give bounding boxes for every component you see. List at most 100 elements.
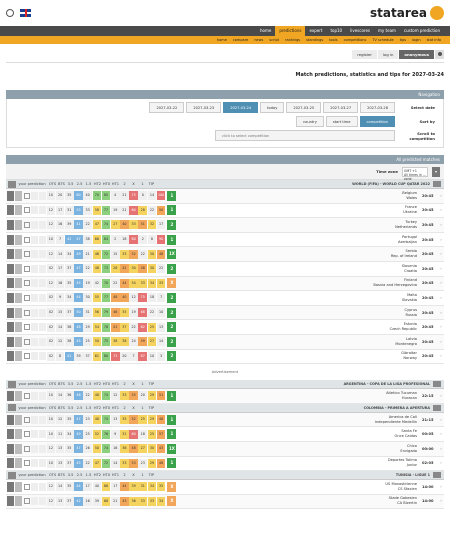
tv-icon[interactable]: [31, 459, 38, 468]
teams[interactable]: Finland Bosnia and Herzegovina: [176, 278, 421, 288]
expand-arrow-icon[interactable]: ›: [438, 324, 444, 330]
stats-icon[interactable]: [7, 263, 14, 274]
search-icon[interactable]: [6, 9, 14, 17]
league-name[interactable]: COLOMBIA - PRIMERA A APERTURA: [156, 406, 433, 410]
match-row[interactable]: 12 13 37 42 16 39 68 21 43 36 33 33 34 X Stade Gabesie…: [6, 494, 444, 510]
comment-icon[interactable]: [39, 206, 46, 215]
comment-icon[interactable]: [39, 430, 46, 439]
league-name[interactable]: WORLD (FIFA) - WORLD CUP QATAR 2022: [156, 182, 433, 186]
match-row[interactable]: 1X 13 37 45 22 47 72 14 33 53 23 29 48 1 Deportes Toli…: [6, 456, 444, 472]
tv-icon[interactable]: [31, 352, 38, 361]
teams[interactable]: Malta Slovakia: [176, 293, 421, 303]
stats-icon[interactable]: [7, 249, 14, 260]
select-checkbox[interactable]: [24, 221, 30, 228]
match-row[interactable]: 12 13 35 47 26 50 74 16 36 48 27 30 43 1X Chico Envigad…: [6, 441, 444, 457]
teams[interactable]: Estonia Czech Republic: [176, 322, 421, 332]
sub-menu-item[interactable]: rankings: [282, 38, 303, 42]
select-checkbox[interactable]: [24, 498, 30, 505]
sub-menu-item[interactable]: competitions: [341, 38, 370, 42]
tv-icon[interactable]: [31, 264, 38, 273]
sort-button[interactable]: start time: [325, 116, 358, 127]
tv-icon[interactable]: [31, 279, 38, 288]
tv-icon[interactable]: [31, 482, 38, 491]
expand-arrow-icon[interactable]: ›: [438, 417, 444, 423]
expand-arrow-icon[interactable]: ›: [438, 431, 444, 437]
h2h-icon[interactable]: [15, 292, 22, 303]
collapse-icon[interactable]: [8, 404, 16, 412]
expand-arrow-icon[interactable]: ›: [438, 498, 444, 504]
chevron-down-icon[interactable]: ▾: [432, 166, 440, 177]
main-menu-item[interactable]: expert: [305, 26, 326, 36]
expand-arrow-icon[interactable]: ›: [438, 266, 444, 272]
stats-icon[interactable]: [7, 278, 14, 289]
stats-icon[interactable]: [7, 458, 14, 469]
teams[interactable]: Atletico Tucuman Huracan: [176, 391, 421, 401]
stats-icon[interactable]: [7, 351, 14, 362]
tv-icon[interactable]: [31, 337, 38, 346]
main-menu-item[interactable]: my team: [374, 26, 400, 36]
uk-flag-icon[interactable]: [20, 9, 31, 17]
tv-icon[interactable]: [31, 391, 38, 400]
stats-icon[interactable]: [7, 322, 14, 333]
expand-arrow-icon[interactable]: ›: [438, 393, 444, 399]
sub-menu-item[interactable]: news: [251, 38, 266, 42]
h2h-icon[interactable]: [15, 496, 22, 507]
comment-icon[interactable]: [39, 497, 46, 506]
h2h-icon[interactable]: [15, 234, 22, 245]
match-row[interactable]: 1X 14 36 46 22 48 74 12 33 55 20 29 51 1 Atletico Tucu…: [6, 389, 444, 404]
main-menu-item[interactable]: top10: [326, 26, 346, 36]
comment-icon[interactable]: [39, 308, 46, 317]
stats-icon[interactable]: [7, 496, 14, 507]
stats-icon[interactable]: [7, 414, 14, 425]
comment-icon[interactable]: [39, 250, 46, 259]
league-name[interactable]: TUNISIA - LIGUE 1: [156, 473, 433, 477]
match-row[interactable]: 1X 7 41 47 38 66 84 2 18 80 2 8 90 1 Portugal Azerbaija…: [6, 232, 444, 248]
competition-select[interactable]: click to select competition: [215, 130, 395, 141]
sub-menu-item[interactable]: tools: [326, 38, 340, 42]
h2h-icon[interactable]: [15, 351, 22, 362]
date-button[interactable]: 2027-03-25: [286, 102, 322, 113]
comment-icon[interactable]: [39, 337, 46, 346]
date-button[interactable]: 2027-03-23: [186, 102, 222, 113]
select-checkbox[interactable]: [24, 483, 30, 490]
teams[interactable]: Deportes Tolima Junior: [176, 458, 421, 468]
expand-arrow-icon[interactable]: ›: [438, 193, 444, 199]
teams[interactable]: Serbia Rep. of Ireland: [176, 249, 421, 259]
tv-icon[interactable]: [31, 206, 38, 215]
h2h-icon[interactable]: [15, 443, 22, 454]
comment-icon[interactable]: [39, 191, 46, 200]
teams[interactable]: Latvia Montenegro: [176, 337, 421, 347]
sub-menu-item[interactable]: stat info: [424, 38, 444, 42]
match-row[interactable]: X2 8 41 39 37 61 80 73 20 7 87 10 3 2 Gibraltar Norway 2…: [6, 349, 444, 365]
expand-arrow-icon[interactable]: ›: [438, 207, 444, 213]
teams[interactable]: Stade Gabesien CA Bizertin: [176, 496, 421, 506]
date-button[interactable]: 2027-03-27: [323, 102, 359, 113]
tv-icon[interactable]: [31, 235, 38, 244]
expand-arrow-icon[interactable]: ›: [438, 280, 444, 286]
sub-menu-item[interactable]: script: [266, 38, 282, 42]
expand-arrow-icon[interactable]: ›: [438, 484, 444, 490]
tv-icon[interactable]: [31, 293, 38, 302]
teams[interactable]: America de Cali Independiente Medellin: [176, 415, 421, 425]
select-checkbox[interactable]: [24, 324, 30, 331]
select-checkbox[interactable]: [24, 309, 30, 316]
sort-button[interactable]: competition: [359, 116, 395, 127]
h2h-icon[interactable]: [15, 429, 22, 440]
match-row[interactable]: X2 14 36 48 29 54 78 41 37 22 62 25 13 2 Estonia Czech …: [6, 320, 444, 335]
teams[interactable]: Slovenia Croatia: [176, 264, 421, 274]
match-row[interactable]: 12 16 35 45 19 42 70 22 44 34 33 34 33 X Finland Bosnia…: [6, 276, 444, 292]
match-row[interactable]: 1X 11 34 49 25 52 76 9 31 60 18 25 57 1 Santa Fe Once C…: [6, 427, 444, 442]
expand-arrow-icon[interactable]: ›: [438, 353, 444, 359]
teams[interactable]: France Ukraine: [176, 205, 421, 215]
h2h-icon[interactable]: [15, 205, 22, 216]
select-checkbox[interactable]: [24, 392, 30, 399]
comment-icon[interactable]: [39, 264, 46, 273]
match-row[interactable]: X2 12 38 45 25 50 75 38 38 24 59 27 14 2 Latvia Montene…: [6, 334, 444, 350]
select-checkbox[interactable]: [24, 416, 30, 423]
h2h-icon[interactable]: [15, 278, 22, 289]
match-row[interactable]: X2 9 34 44 30 55 77 48 40 12 75 18 7 2 Malta Slovakia 20…: [6, 291, 444, 306]
sub-menu-item[interactable]: tips: [397, 38, 409, 42]
h2h-icon[interactable]: [15, 307, 22, 318]
h2h-icon[interactable]: [15, 190, 22, 201]
expand-arrow-icon[interactable]: ›: [438, 295, 444, 301]
